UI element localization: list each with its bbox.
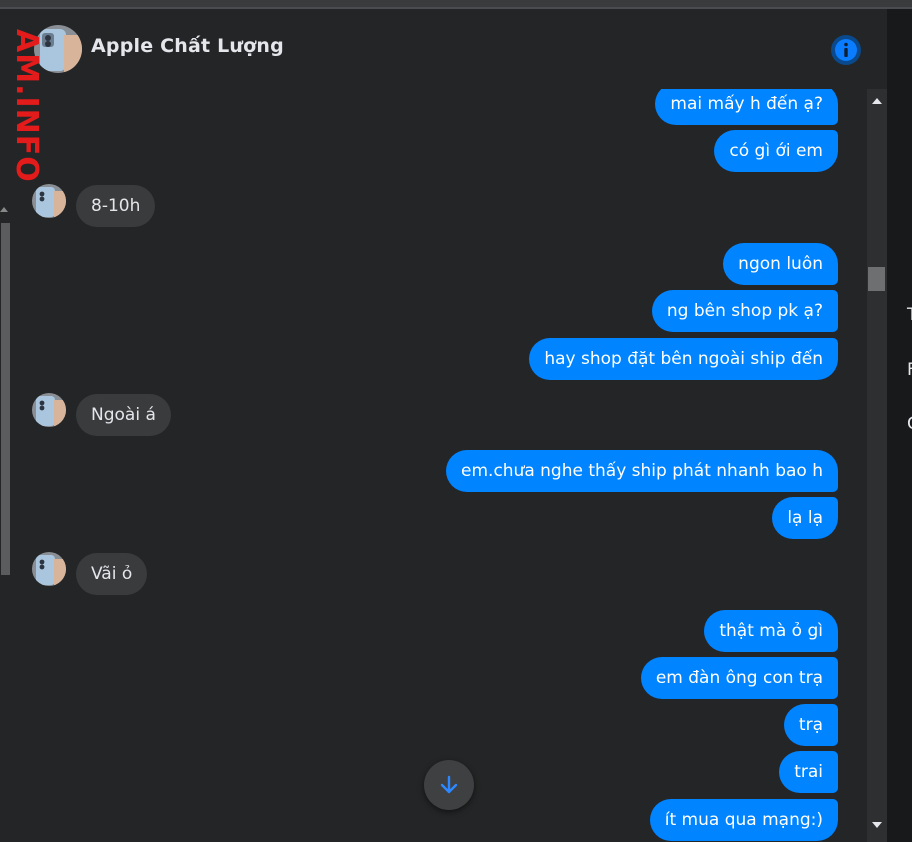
outgoing-message[interactable]: có gì ới em [714,130,838,172]
outgoing-message[interactable]: ít mua qua mạng:) [649,799,838,841]
outgoing-message[interactable]: trai [779,751,838,793]
incoming-message[interactable]: Vãi ỏ [76,553,148,595]
outgoing-message[interactable]: thật mà ỏ gì [704,610,838,652]
window-top-strip [0,0,912,9]
right-panel-fragment: F [907,360,912,380]
outgoing-message[interactable]: mai mấy h đến ạ? [655,89,838,125]
chat-header: Apple Chất Lượng [12,9,887,89]
scroll-to-bottom-button[interactable] [424,760,474,810]
outgoing-message[interactable]: trạ [783,704,838,746]
incoming-message[interactable]: 8-10h [76,185,156,227]
left-scroll-up-arrow[interactable] [0,207,8,212]
messages-scrollbar[interactable] [867,89,887,842]
outgoing-message[interactable]: hay shop đặt bên ngoài ship đến [529,338,838,380]
conversation-info-button[interactable] [831,35,861,65]
outgoing-message[interactable]: em.chưa nghe thấy ship phát nhanh bao h [446,450,838,492]
contact-avatar[interactable] [32,393,66,427]
info-icon [835,39,857,61]
outgoing-message[interactable]: em đàn ông con trạ [640,657,838,699]
scrollbar-thumb[interactable] [868,267,885,291]
conversation-title[interactable]: Apple Chất Lượng [91,35,284,57]
scroll-down-arrow[interactable] [872,822,882,828]
scroll-up-arrow[interactable] [872,98,882,104]
left-scrollbar-thumb[interactable] [1,223,10,575]
contact-avatar[interactable] [32,552,66,586]
right-side-panel: T F C [887,9,912,842]
outgoing-message[interactable]: ngon luôn [723,243,838,285]
outgoing-message[interactable]: ng bên shop pk ạ? [651,290,838,332]
right-panel-fragment: C [907,414,912,434]
arrow-down-icon [440,775,458,794]
chat-panel: Apple Chất Lượng AM.INFO mai mấy h đến ạ… [9,9,887,842]
incoming-message[interactable]: Ngoài á [76,394,171,436]
message-list: mai mấy h đến ạ? có gì ới em 8-10h ngon … [12,89,867,842]
outgoing-message[interactable]: lạ lạ [772,497,838,539]
right-panel-fragment: T [907,305,912,325]
contact-avatar[interactable] [32,184,66,218]
